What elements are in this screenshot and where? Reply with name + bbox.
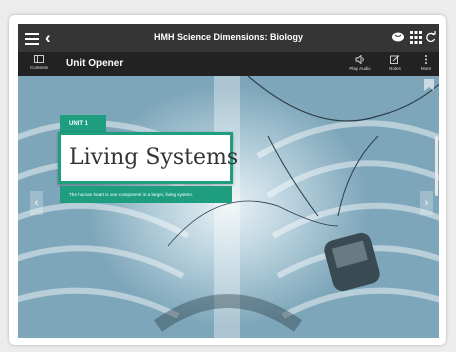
notes-button[interactable]: Notes [380, 55, 410, 71]
speaker-icon [355, 55, 364, 64]
sub-toolbar: Contents Unit Opener Play Audio Notes Mo… [18, 52, 439, 76]
more-label: More [420, 66, 432, 71]
contents-label: Contents [29, 65, 48, 70]
unit-heading: Living Systems [69, 145, 239, 170]
refresh-icon[interactable] [426, 31, 436, 43]
previous-page-button[interactable]: ‹ [30, 191, 43, 215]
play-audio-label: Play Audio [349, 66, 371, 71]
contents-icon [34, 55, 44, 63]
image-caption: The human heart is one component in a la… [60, 186, 232, 203]
app-title: HMH Science Dimensions: Biology [153, 32, 304, 42]
heading-box: Living Systems [58, 132, 238, 184]
top-bar: ‹ HMH Science Dimensions: Biology [18, 24, 439, 52]
scrollbar[interactable] [435, 136, 438, 196]
more-vertical-icon [425, 55, 427, 64]
chest-xray-pacemaker-image: UNIT 1 Living Systems The human heart is… [18, 76, 439, 338]
next-page-button[interactable]: › [420, 191, 433, 215]
app-screen: ‹ HMH Science Dimensions: Biology Conten… [18, 24, 439, 338]
grid-icon[interactable] [410, 31, 422, 44]
bookmark-icon[interactable] [424, 79, 434, 91]
pencil-note-icon [390, 55, 400, 64]
play-audio-button[interactable]: Play Audio [345, 55, 375, 71]
brain-icon[interactable] [391, 31, 405, 43]
page-title: Unit Opener [66, 58, 124, 69]
contents-button[interactable]: Contents [24, 55, 54, 70]
notes-label: Notes [389, 66, 401, 71]
unit-badge: UNIT 1 [60, 115, 106, 133]
more-button[interactable]: More [411, 55, 439, 71]
